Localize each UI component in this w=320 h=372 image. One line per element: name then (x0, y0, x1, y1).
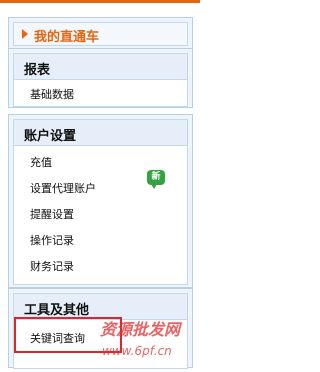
my-express-title[interactable]: 我的直通车 (34, 26, 99, 45)
tools-title: 工具及其他 (24, 303, 90, 318)
arrow-right-icon (22, 29, 28, 39)
nav-item-proxy-account[interactable]: 设置代理账户 (30, 180, 96, 196)
reports-panel: 报表 基础数据 (8, 48, 193, 108)
top-accent-bar (0, 0, 200, 8)
new-badge-icon: 新 (147, 170, 165, 189)
reports-header: 报表 (14, 54, 187, 80)
reports-title: 报表 (24, 63, 51, 78)
my-express-header[interactable]: 我的直通车 (13, 22, 188, 46)
nav-item-recharge[interactable]: 充值 (30, 154, 52, 170)
reports-inner: 报表 基础数据 (13, 53, 188, 107)
nav-item-finance-log[interactable]: 财务记录 (30, 258, 74, 274)
nav-item-operation-log[interactable]: 操作记录 (30, 232, 74, 248)
account-settings-title: 账户设置 (24, 129, 77, 144)
account-settings-header: 账户设置 (14, 120, 187, 146)
watermark-url: www.6pf.cn (102, 344, 172, 358)
account-settings-panel: 账户设置 充值 设置代理账户 新 提醒设置 操作记录 财务记录 (8, 114, 193, 288)
watermark-text: 资源批发网 (100, 320, 181, 339)
my-express-panel: 我的直通车 (8, 17, 193, 49)
account-settings-inner: 账户设置 充值 设置代理账户 新 提醒设置 操作记录 财务记录 (13, 119, 188, 285)
nav-item-basic-data[interactable]: 基础数据 (30, 86, 74, 102)
nav-item-reminder-settings[interactable]: 提醒设置 (30, 206, 74, 222)
